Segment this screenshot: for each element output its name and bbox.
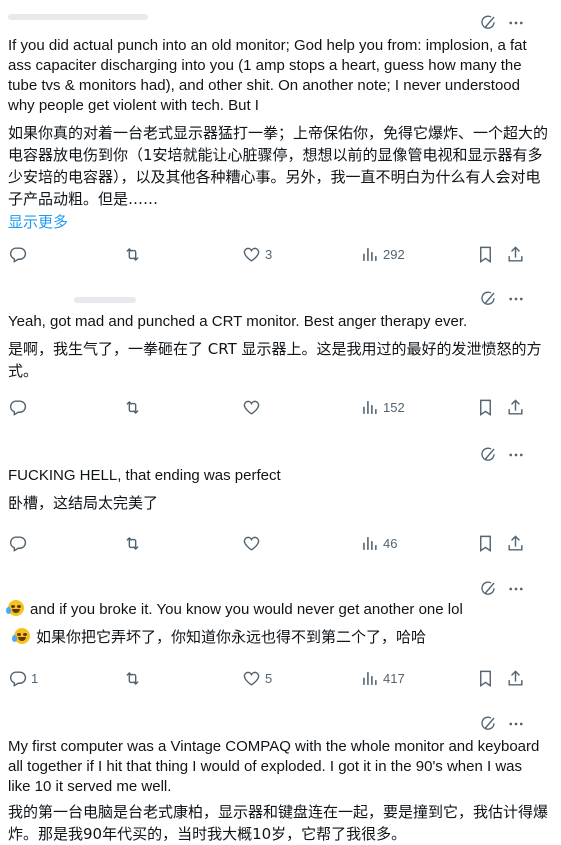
retweet-button[interactable] [123, 398, 146, 417]
retweet-icon [123, 534, 142, 553]
views-icon [360, 534, 379, 553]
bookmark-icon [476, 398, 495, 417]
views-button[interactable]: 46 [360, 534, 397, 553]
like-icon [242, 245, 261, 264]
bookmark-icon [476, 534, 495, 553]
more-icon[interactable] [507, 715, 525, 733]
retweet-icon [123, 398, 142, 417]
share-icon [506, 245, 525, 264]
reply-icon [8, 534, 27, 553]
view-count: 152 [383, 400, 405, 415]
more-icon[interactable] [507, 580, 525, 598]
views-button[interactable]: 152 [360, 398, 405, 417]
reply-button[interactable] [8, 398, 31, 417]
bookmark-icon [476, 669, 495, 688]
retweet-button[interactable] [123, 669, 146, 688]
retweet-button[interactable] [123, 534, 146, 553]
reply-button[interactable] [8, 245, 31, 264]
grok-icon[interactable] [479, 290, 497, 308]
share-button[interactable] [506, 245, 525, 264]
grok-icon[interactable] [479, 715, 497, 733]
share-button[interactable] [506, 534, 525, 553]
reply-button[interactable] [8, 534, 31, 553]
show-more-link[interactable]: 显示更多 [8, 211, 68, 232]
author-name-blurred [74, 297, 136, 303]
like-button[interactable]: 5 [242, 669, 272, 688]
share-icon [506, 669, 525, 688]
like-icon [242, 398, 261, 417]
retweet-icon [123, 245, 142, 264]
tweet-translation: 如果你真的对着一台老式显示器猛打一拳；上帝保佑你，免得它爆炸、一个超大的电容器放… [8, 124, 549, 208]
tweet-text: FUCKING HELL, that ending was perfect [8, 467, 281, 484]
grok-icon[interactable] [479, 446, 497, 464]
reply-button[interactable]: 1 [8, 669, 38, 688]
views-icon [360, 669, 379, 688]
like-button[interactable] [242, 398, 265, 417]
grok-icon[interactable] [479, 580, 497, 598]
share-icon [506, 398, 525, 417]
author-name-blurred [8, 14, 148, 20]
view-count: 417 [383, 671, 405, 686]
bookmark-button[interactable] [476, 398, 495, 417]
like-button[interactable]: 3 [242, 245, 272, 264]
grok-icon[interactable] [479, 14, 497, 32]
tweet-translation: 卧槽，这结局太完美了 [8, 494, 159, 512]
view-count: 292 [383, 247, 405, 262]
retweet-icon [123, 669, 142, 688]
share-button[interactable] [506, 669, 525, 688]
bookmark-button[interactable] [476, 534, 495, 553]
more-icon[interactable] [507, 14, 525, 32]
more-icon[interactable] [507, 290, 525, 308]
like-count: 5 [265, 671, 273, 686]
laughing-emoji [12, 628, 30, 644]
bookmark-button[interactable] [476, 669, 495, 688]
like-button[interactable] [242, 534, 265, 553]
reply-icon [8, 398, 27, 417]
views-icon [360, 398, 379, 417]
like-icon [242, 534, 261, 553]
share-icon [506, 534, 525, 553]
like-icon [242, 669, 261, 688]
like-count: 3 [265, 247, 273, 262]
more-icon[interactable] [507, 446, 525, 464]
bookmark-button[interactable] [476, 245, 495, 264]
retweet-button[interactable] [123, 245, 146, 264]
reply-count: 1 [31, 671, 39, 686]
views-button[interactable]: 292 [360, 245, 405, 264]
views-icon [360, 245, 379, 264]
tweet-translation: 我的第一台电脑是台老式康柏，显示器和键盘连在一起，要是撞到它，我估计得爆炸。那是… [8, 803, 549, 843]
laughing-emoji [6, 600, 24, 616]
tweet-translation: 如果你把它弄坏了，你知道你永远也得不到第二个了，哈哈 [12, 626, 554, 648]
share-button[interactable] [506, 398, 525, 417]
tweet-text: If you did actual punch into an old moni… [8, 37, 527, 114]
reply-icon [8, 669, 27, 688]
view-count: 46 [383, 536, 398, 551]
reply-icon [8, 245, 27, 264]
tweet-text: Yeah, got mad and punched a CRT monitor.… [8, 313, 468, 330]
tweet-text: My first computer was a Vintage COMPAQ w… [8, 738, 540, 795]
tweet-text: and if you broke it. You know you would … [6, 600, 548, 620]
tweet-translation: 是啊，我生气了，一拳砸在了 CRT 显示器上。这是我用过的最好的发泄愤怒的方式。 [8, 340, 542, 380]
views-button[interactable]: 417 [360, 669, 405, 688]
bookmark-icon [476, 245, 495, 264]
